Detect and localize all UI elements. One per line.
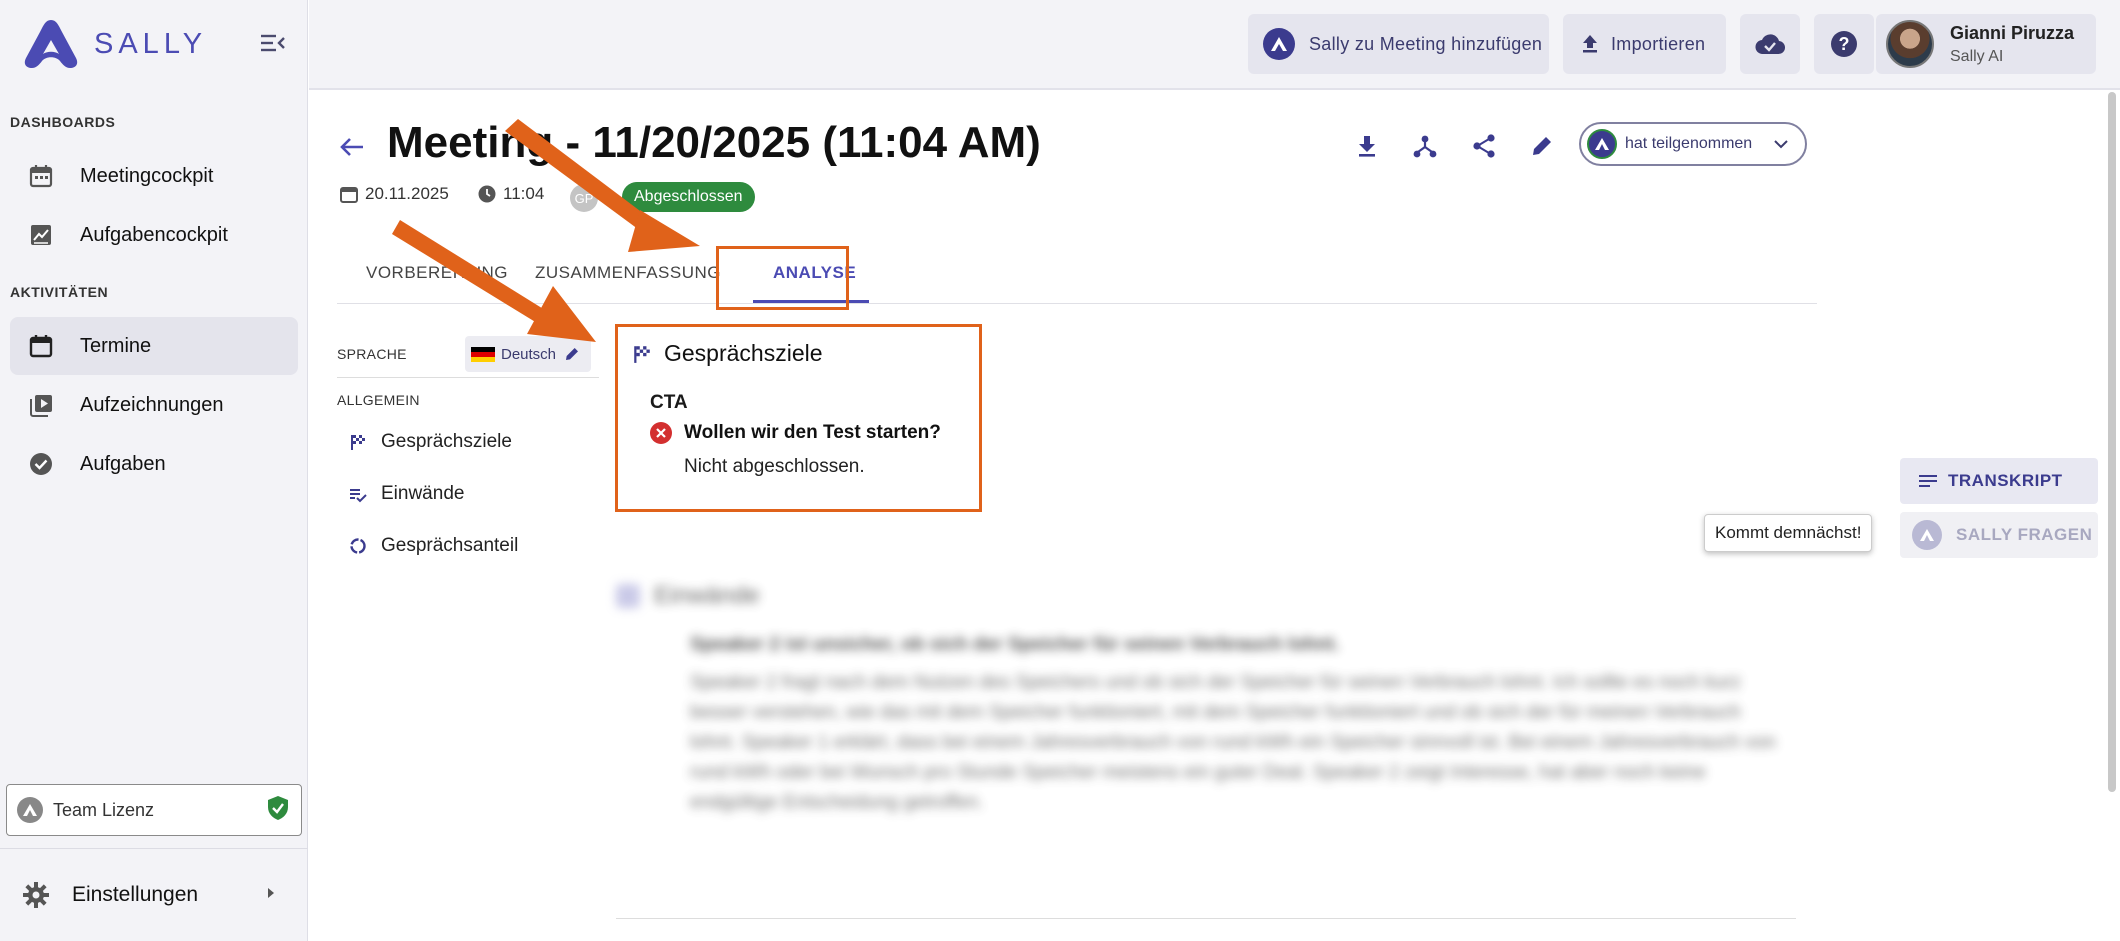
app: SALLY DASHBOARDS Meetingcockpit Aufgaben… [0,0,2120,941]
annotation-arrows [392,119,700,342]
arrow-to-goals-card [392,220,596,342]
arrow-to-analyse-tab [505,119,700,252]
